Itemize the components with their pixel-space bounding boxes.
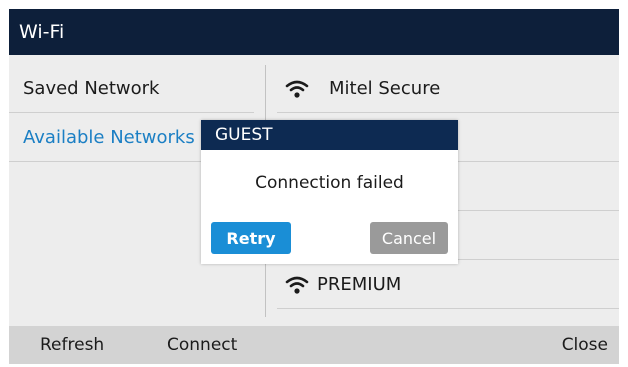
wifi-icon [285, 79, 309, 99]
dialog-title-bar: GUEST [201, 120, 458, 150]
cancel-button[interactable]: Cancel [370, 222, 448, 254]
retry-button[interactable]: Retry [211, 222, 291, 254]
network-ssid: PREMIUM [317, 274, 402, 295]
network-row-mitel-secure[interactable]: Mitel Secure [277, 65, 619, 113]
wifi-icon [285, 275, 309, 295]
cancel-button-label: Cancel [381, 228, 437, 248]
softkey-bar: Refresh Connect Close [9, 326, 619, 364]
window-title: Wi-Fi [19, 21, 65, 43]
softkey-label: Close [561, 335, 608, 355]
softkey-label: Connect [167, 335, 238, 355]
refresh-softkey[interactable]: Refresh [40, 326, 104, 364]
phone-screen: Wi-Fi Saved Network Available Networks M… [9, 9, 619, 364]
connection-dialog: GUEST Connection failed Retry Cancel [201, 120, 458, 264]
dialog-message: Connection failed [255, 173, 404, 193]
softkey-label: Refresh [40, 335, 105, 355]
network-ssid: Mitel Secure [329, 78, 441, 99]
network-row-premium[interactable]: PREMIUM [277, 261, 619, 309]
dialog-title: GUEST [215, 125, 273, 145]
close-softkey[interactable]: Close [562, 326, 608, 364]
retry-button-label: Retry [226, 228, 276, 248]
menu-item-label: Saved Network [23, 78, 160, 99]
window-title-bar: Wi-Fi [9, 9, 619, 55]
connect-softkey[interactable]: Connect [167, 326, 237, 364]
menu-item-saved-network[interactable]: Saved Network [9, 65, 254, 113]
menu-item-label: Available Networks [23, 127, 195, 148]
